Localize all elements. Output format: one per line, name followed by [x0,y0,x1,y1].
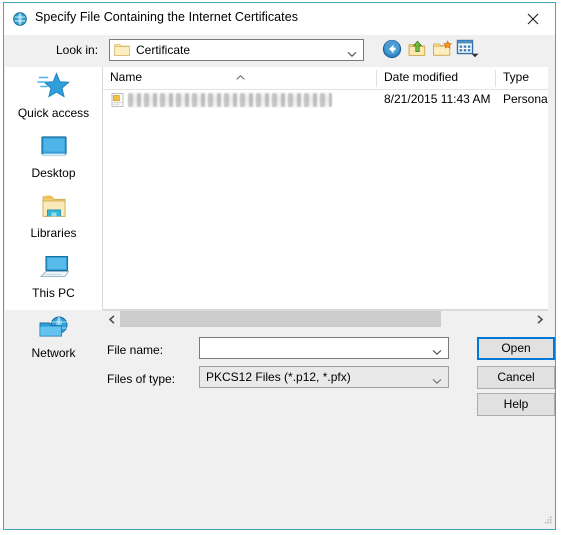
places-bar: Quick access Desktop Libraries This PC N… [5,67,103,360]
help-button[interactable]: Help [477,393,555,416]
libraries-folder-icon [5,189,102,227]
file-name-label: File name: [107,343,164,357]
file-name-combobox[interactable] [199,337,449,359]
sidebar-item-label: Network [31,346,76,360]
up-button[interactable] [406,38,430,62]
table-row[interactable]: 8/21/2015 11:43 AM Personal I [103,89,548,111]
globe-icon [12,11,28,27]
scroll-right-button[interactable] [531,311,548,327]
files-of-type-combobox[interactable]: PKCS12 Files (*.p12, *.pfx) [199,366,449,388]
sidebar-item-label: This PC [32,286,75,300]
cancel-button[interactable]: Cancel [477,366,555,389]
lookin-value: Certificate [136,43,191,57]
horizontal-scrollbar[interactable] [103,310,548,327]
back-button[interactable] [381,38,405,62]
files-of-type-value: PKCS12 Files (*.p12, *.pfx) [206,370,351,384]
close-button[interactable] [511,3,555,34]
file-open-dialog: Specify File Containing the Internet Cer… [3,2,556,530]
computer-icon [5,249,102,287]
cell-date-modified: 8/21/2015 11:43 AM [384,92,491,106]
views-chevron-down-icon[interactable] [471,47,479,58]
scroll-left-button[interactable] [103,311,120,327]
back-arrow-icon [382,39,402,59]
up-folder-icon [408,40,426,56]
sidebar-item-label: Libraries [30,226,77,240]
scroll-thumb[interactable] [120,311,441,327]
file-name-input[interactable] [204,340,429,356]
chevron-down-icon[interactable] [432,345,442,355]
close-icon [527,13,539,24]
chevron-down-icon [347,47,357,57]
monitor-icon [5,129,102,167]
window-title: Specify File Containing the Internet Cer… [35,10,298,24]
chevron-left-icon [108,314,115,324]
sidebar-item-libraries[interactable]: Libraries [5,189,102,249]
sidebar-item-label: Quick access [17,106,90,120]
cell-type: Personal I [503,92,548,106]
title-bar: Specify File Containing the Internet Cer… [4,3,555,36]
files-of-type-label: Files of type: [107,372,176,386]
sidebar-item-network[interactable]: Network [5,309,102,369]
sort-ascending-icon [236,69,245,80]
lookin-toolbar: Look in: Certificate [4,35,555,67]
new-folder-button[interactable] [431,38,455,62]
file-name-redacted [128,93,332,107]
network-globe-icon [5,309,102,347]
column-header-type[interactable]: Type [496,67,548,89]
column-header-date-modified[interactable]: Date modified [377,67,495,89]
scroll-track[interactable] [120,311,531,327]
lookin-combobox[interactable]: Certificate [109,39,364,61]
open-button[interactable]: Open [477,337,555,360]
file-list-header: Name Date modified Type [103,67,548,90]
new-folder-icon [433,40,452,56]
star-icon [5,69,102,107]
chevron-down-icon[interactable] [432,374,442,384]
sidebar-item-label: Desktop [31,166,76,180]
folder-icon [114,43,130,57]
chevron-right-icon [536,314,543,324]
sidebar-item-this-pc[interactable]: This PC [5,249,102,309]
sidebar-item-quick-access[interactable]: Quick access [5,69,102,129]
file-list-view[interactable]: Name Date modified Type 8/21/2015 11:43 … [103,67,548,310]
lookin-label: Look in: [56,43,99,57]
certificate-file-icon [110,92,126,108]
resize-grip[interactable] [541,515,553,527]
sidebar-item-desktop[interactable]: Desktop [5,129,102,189]
